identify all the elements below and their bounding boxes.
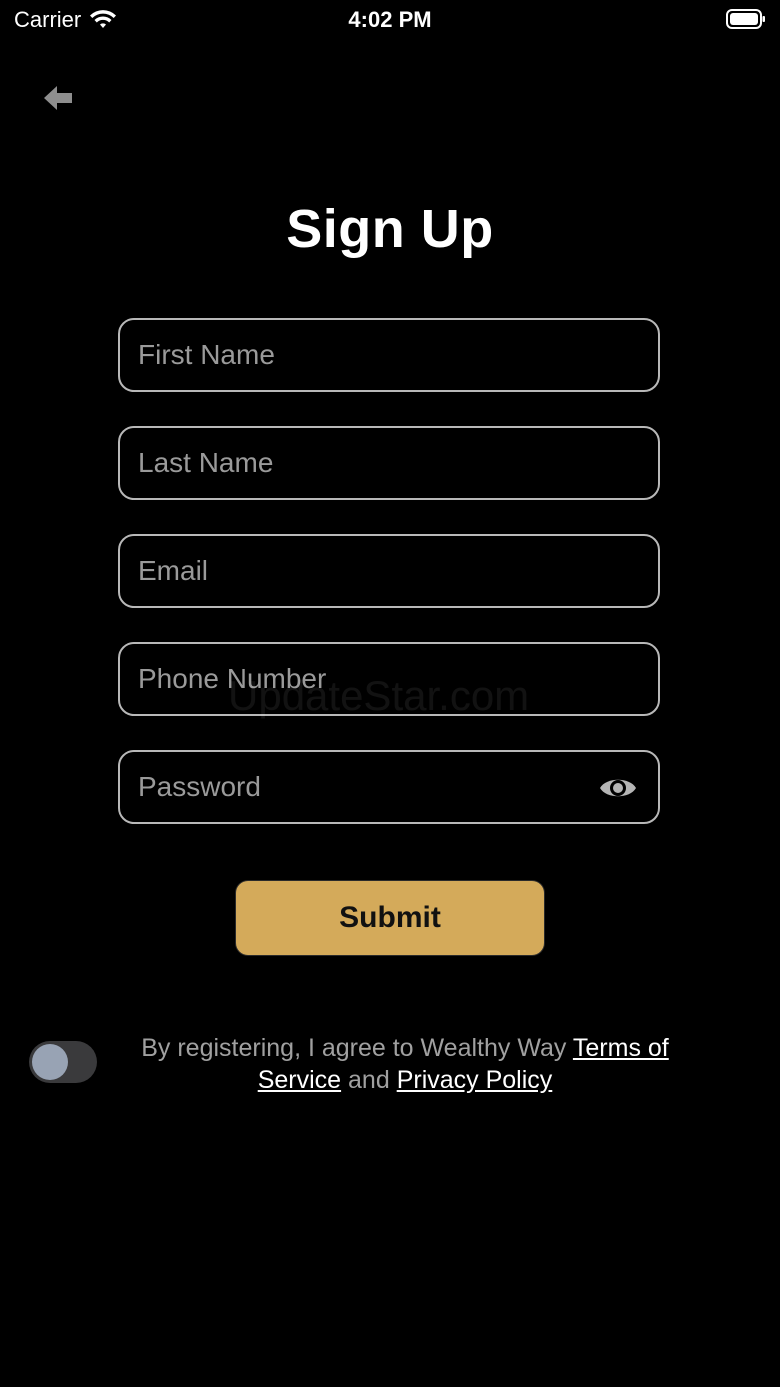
terms-prefix: By registering, I agree to Wealthy Way — [141, 1034, 573, 1062]
page-title: Sign Up — [286, 199, 494, 259]
arrow-left-icon — [44, 86, 72, 110]
eye-icon[interactable] — [598, 772, 638, 804]
email-field-container — [118, 534, 660, 608]
phone-field-container — [118, 642, 660, 716]
status-time: 4:02 PM — [348, 7, 432, 32]
back-button[interactable] — [38, 80, 78, 116]
privacy-policy-link[interactable]: Privacy Policy — [397, 1066, 553, 1094]
phone-number-input[interactable] — [138, 644, 598, 714]
password-input[interactable] — [138, 752, 598, 822]
terms-connector: and — [341, 1066, 397, 1094]
last-name-field-container — [118, 426, 660, 500]
password-field-container — [118, 750, 660, 824]
email-input[interactable] — [138, 536, 598, 606]
first-name-input[interactable] — [138, 320, 598, 390]
first-name-field-container — [118, 318, 660, 392]
submit-button[interactable]: Submit — [236, 881, 544, 955]
agree-toggle[interactable] — [29, 1041, 97, 1083]
battery-full-icon — [726, 9, 765, 29]
last-name-input[interactable] — [138, 428, 598, 498]
terms-text: By registering, I agree to Wealthy Way T… — [110, 1032, 700, 1096]
toggle-knob — [32, 1044, 68, 1080]
status-bar: Carrier 4:02 PM — [0, 0, 780, 40]
